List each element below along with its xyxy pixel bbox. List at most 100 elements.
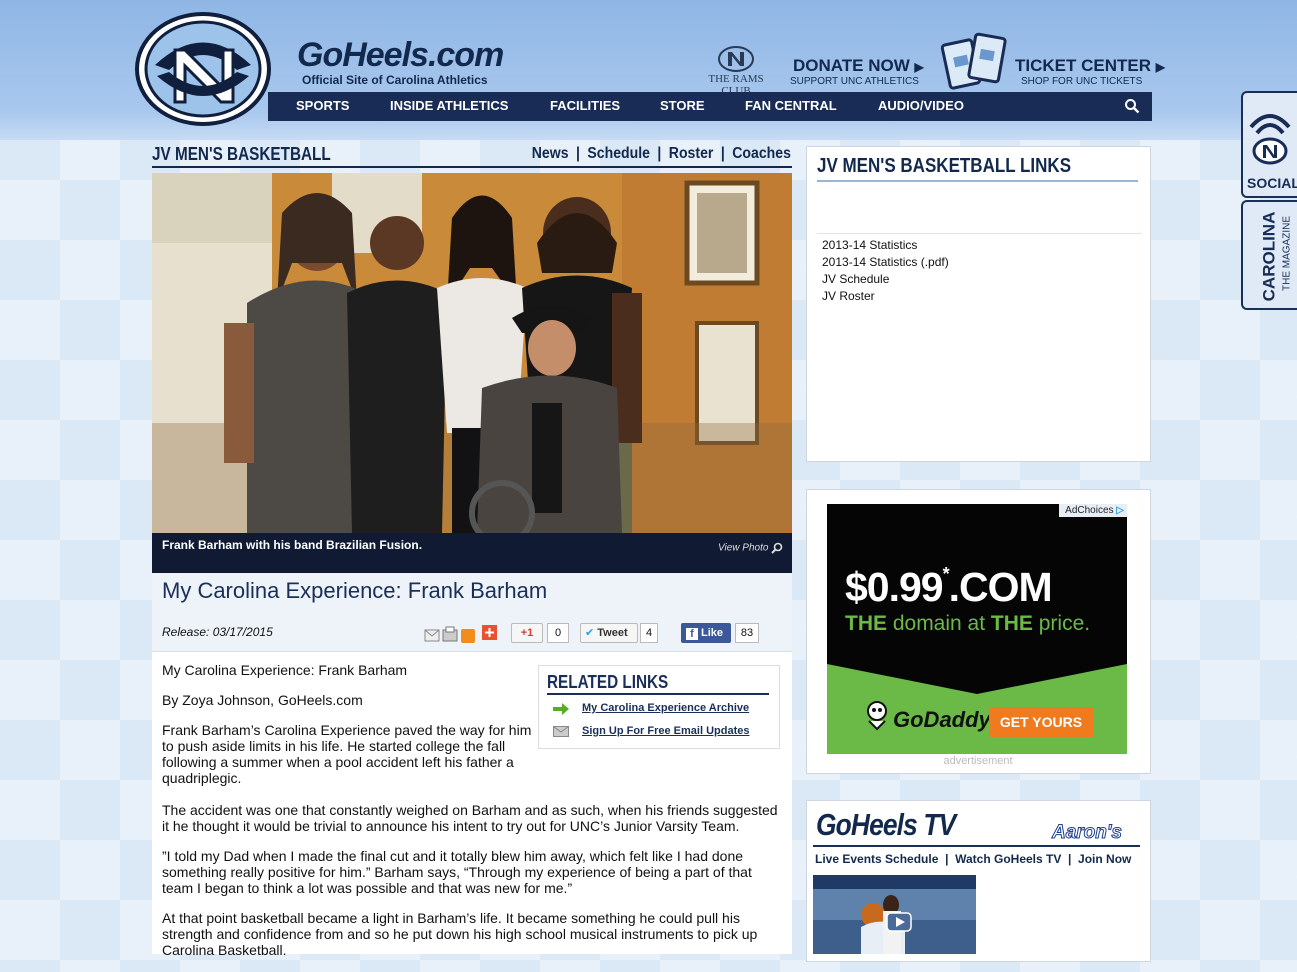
rams-club-icon	[718, 46, 754, 72]
arrow-right-icon	[553, 703, 569, 715]
donate-now-link[interactable]: DONATE NOW ▶	[793, 56, 924, 76]
section-separator: |	[575, 145, 580, 162]
article-paragraph: At that point basketball became a light …	[162, 910, 758, 958]
jv-links-separator	[817, 233, 1142, 234]
jv-links-title: JV MEN'S BASKETBALL LINKS	[817, 155, 1072, 177]
tickets-icon[interactable]	[940, 32, 1012, 92]
envelope-icon	[553, 726, 569, 737]
view-photo-label: View Photo	[718, 542, 769, 554]
magazine-tab-sub: THE MAGAZINE	[1281, 216, 1293, 292]
goheels-tv-logo[interactable]: GoHeels TV	[816, 807, 956, 843]
ad-price: $0.99	[845, 564, 944, 610]
donate-subtitle: SUPPORT UNC ATHLETICS	[790, 76, 919, 87]
jv-links-list: 2013-14 Statistics 2013-14 Statistics (.…	[822, 237, 949, 305]
jv-link-stats-pdf[interactable]: 2013-14 Statistics (.pdf)	[822, 254, 949, 271]
twitter-bird-icon: ✔	[585, 627, 595, 639]
social-tab-label: SOCIAL	[1247, 175, 1297, 191]
godaddy-mascot-icon	[867, 701, 887, 731]
goheels-tv-divider	[813, 845, 1140, 847]
goheels-tv-links: Live Events Schedule | Watch GoHeels TV …	[815, 852, 1131, 866]
section-link-coaches[interactable]: Coaches	[732, 145, 791, 162]
gplus-label: +1	[520, 627, 534, 639]
main-nav: SPORTS INSIDE ATHLETICS FACILITIES STORE…	[268, 92, 1152, 121]
facebook-icon: f	[686, 628, 698, 640]
adchoices-badge[interactable]: AdChoices ▷	[1059, 504, 1127, 517]
godaddy-logo: GoDaddy	[893, 707, 991, 732]
tv-link-join[interactable]: Join Now	[1078, 852, 1131, 866]
section-separator: |	[720, 145, 725, 162]
section-title: JV MEN'S BASKETBALL	[152, 144, 331, 164]
magazine-tab-title: CAROLINA	[1259, 211, 1279, 302]
ticket-center-label: TICKET CENTER	[1015, 56, 1151, 75]
chevron-right-icon: ▶	[914, 60, 924, 74]
aarons-sponsor-logo[interactable]: Aaron's	[1052, 822, 1123, 844]
tweet-label: Tweet	[597, 627, 628, 639]
adchoices-icon: ▷	[1116, 505, 1124, 516]
ad-com: .COM	[948, 564, 1053, 610]
rss-icon[interactable]	[459, 625, 475, 645]
search-icon[interactable]	[1124, 98, 1140, 114]
tv-separator: |	[945, 852, 949, 866]
related-link-archive[interactable]: My Carolina Experience Archive	[582, 702, 749, 714]
video-thumbnail[interactable]	[813, 875, 976, 954]
like-count: 83	[735, 623, 759, 643]
section-link-roster[interactable]: Roster	[669, 145, 714, 162]
nav-fan-central[interactable]: FAN CENTRAL	[745, 98, 837, 113]
nav-facilities[interactable]: FACILITIES	[550, 98, 620, 113]
related-link-email-updates[interactable]: Sign Up For Free Email Updates	[582, 725, 749, 737]
chevron-right-icon: ▶	[1155, 60, 1165, 74]
print-icon[interactable]	[441, 625, 457, 645]
site-subtitle: Official Site of Carolina Athletics	[302, 73, 488, 87]
ad-tagline-the: THE	[845, 612, 887, 635]
nav-store[interactable]: STORE	[660, 98, 705, 113]
tv-link-watch[interactable]: Watch GoHeels TV	[955, 852, 1061, 866]
article-paragraph: ”I told my Dad when I made the final cut…	[162, 848, 752, 896]
jv-link-roster[interactable]: JV Roster	[822, 288, 949, 305]
section-link-news[interactable]: News	[532, 145, 569, 162]
section-separator: |	[657, 145, 662, 162]
godaddy-ad[interactable]: AdChoices ▷ $0.99*.COM THE domain at THE…	[827, 504, 1127, 754]
nav-sports[interactable]: SPORTS	[296, 98, 349, 113]
article-paragraph: Frank Barham’s Carolina Experience paved…	[162, 722, 532, 786]
ad-tagline-the: THE	[990, 612, 1033, 635]
section-link-schedule[interactable]: Schedule	[587, 145, 650, 162]
social-wifi-icon	[1249, 114, 1291, 165]
add-share-icon[interactable]	[481, 623, 498, 641]
get-yours-button[interactable]: GET YOURS	[989, 707, 1093, 737]
feature-photo[interactable]	[152, 173, 792, 533]
magazine-tab[interactable]: CAROLINA THE MAGAZINE	[1241, 200, 1297, 310]
tweet-button[interactable]: ✔ Tweet	[580, 623, 638, 643]
nav-inside-athletics[interactable]: INSIDE ATHLETICS	[390, 98, 508, 113]
ticket-center-link[interactable]: TICKET CENTER ▶	[1015, 56, 1165, 76]
gplus-count: 0	[547, 623, 569, 643]
article-title: My Carolina Experience: Frank Barham	[162, 578, 548, 603]
release-date: Release: 03/17/2015	[162, 625, 273, 639]
related-links-box: RELATED LINKS My Carolina Experience Arc…	[538, 665, 780, 749]
ticket-subtitle: SHOP FOR UNC TICKETS	[1021, 76, 1143, 87]
tweet-count: 4	[640, 623, 658, 643]
ad-headline: $0.99*.COM	[845, 564, 1053, 611]
jv-link-stats[interactable]: 2013-14 Statistics	[822, 237, 949, 254]
related-links-title: RELATED LINKS	[547, 672, 669, 692]
ad-tagline-end: price.	[1032, 612, 1091, 635]
gplus-button[interactable]: +1	[511, 623, 543, 643]
facebook-like-button[interactable]: f Like	[681, 623, 731, 643]
like-label: Like	[701, 627, 724, 639]
tv-link-live-events[interactable]: Live Events Schedule	[815, 852, 938, 866]
nav-audio-video[interactable]: AUDIO/VIDEO	[878, 98, 964, 113]
tv-separator: |	[1068, 852, 1072, 866]
section-divider	[152, 166, 792, 168]
view-photo-link[interactable]: View Photo	[718, 542, 783, 554]
social-tab[interactable]: SOCIAL	[1241, 91, 1297, 198]
jv-link-schedule[interactable]: JV Schedule	[822, 271, 949, 288]
donate-now-label: DONATE NOW	[793, 56, 910, 75]
jv-links-divider	[817, 180, 1138, 182]
email-share-icon[interactable]	[423, 625, 439, 645]
ad-tagline: THE domain at THE price.	[845, 612, 1090, 636]
section-nav: News | Schedule | Roster | Coaches	[530, 145, 793, 163]
ad-tagline-mid: domain at	[887, 612, 991, 635]
related-links-divider	[547, 693, 769, 695]
site-title[interactable]: GoHeels.com	[297, 36, 504, 75]
unc-logo[interactable]	[133, 10, 273, 128]
magnifier-icon	[771, 542, 783, 554]
